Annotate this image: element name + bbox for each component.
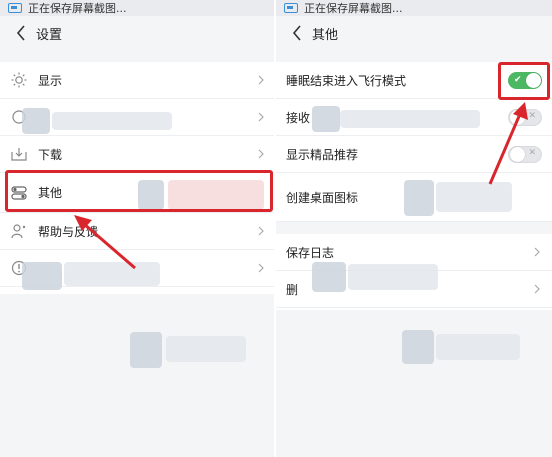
annotation-arrow (74, 215, 136, 270)
annotation-arrow (488, 102, 528, 185)
other-settings-panel: 正在保存屏幕截图... 其他 睡眠结束进入飞行模式 ✔ 接收 ✕ 显示精品推荐 (276, 0, 552, 457)
settings-panel: 正在保存屏幕截图... 设置 显示 下载 其他 帮助与反馈 (0, 0, 276, 457)
